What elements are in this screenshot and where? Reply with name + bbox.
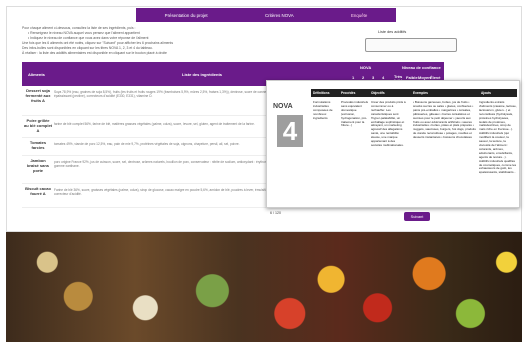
nav-survey[interactable]: Enquête xyxy=(351,13,367,18)
nova-objectifs-text: Créer des produits prêts à consommer ou … xyxy=(371,100,406,147)
header-confidence: Niveau de confiance xyxy=(402,65,441,70)
instructions: Pour chaque aliment ci-dessous, consulte… xyxy=(22,26,322,56)
header-food: Aliments xyxy=(28,72,45,77)
next-button[interactable]: Suivant xyxy=(404,212,430,221)
nav-nova-criteria[interactable]: Critères NOVA xyxy=(265,13,294,18)
nova-header-ajouts: Ajouts xyxy=(481,91,491,95)
nova-header-procedes: Procédés xyxy=(341,91,356,95)
food-name: Tomates farcies xyxy=(29,140,47,150)
nav-presentation[interactable]: Présentation du projet xyxy=(165,13,208,18)
page-counter: 6 / 120 xyxy=(270,211,281,215)
nova-header-definitions: Définitions xyxy=(313,91,330,95)
nova-exemples-text: • Boissons gazeuses, boîtes, jus de frui… xyxy=(413,100,476,140)
nova-tooltip-title: NOVA xyxy=(273,103,293,110)
header-nova[interactable]: NOVA xyxy=(360,65,371,70)
nova-4-tooltip: NOVA 4 Définitions Procédés Objectifs Ex… xyxy=(266,80,520,208)
nova-procedes-text: Procédés industriels sans équivalent dom… xyxy=(341,100,369,128)
nova-ajouts-text: Ingrédients extraits d'aliments (caséine… xyxy=(479,100,517,175)
food-name: Poire grillée au blé complet A xyxy=(24,118,53,133)
food-name: Jambon braisé sans porte xyxy=(26,158,49,173)
additives-list-select[interactable] xyxy=(365,38,457,52)
food-name: Biscuit cacao fourré A xyxy=(25,186,51,196)
nova-header-exemples: Exemples xyxy=(413,91,428,95)
nova-definitions-text: Formulations industrielles composées de … xyxy=(313,100,333,120)
food-name: Dessert soja fermenté aux fruits A xyxy=(25,88,51,103)
instruction-line: À réaliser : la liste des additifs alime… xyxy=(22,51,167,55)
additives-list-label: Liste des additifs xyxy=(378,30,407,34)
nova-tooltip-header: Définitions Procédés Objectifs Exemples … xyxy=(311,89,517,97)
nova-header-objectifs: Objectifs xyxy=(371,91,385,95)
fruit-vegetable-background-photo xyxy=(6,228,522,342)
top-navigation: Présentation du projet Critères NOVA Enq… xyxy=(136,8,396,22)
header-ingredients: Liste des ingrédients xyxy=(182,72,223,77)
nova-4-badge: 4 xyxy=(277,115,303,147)
